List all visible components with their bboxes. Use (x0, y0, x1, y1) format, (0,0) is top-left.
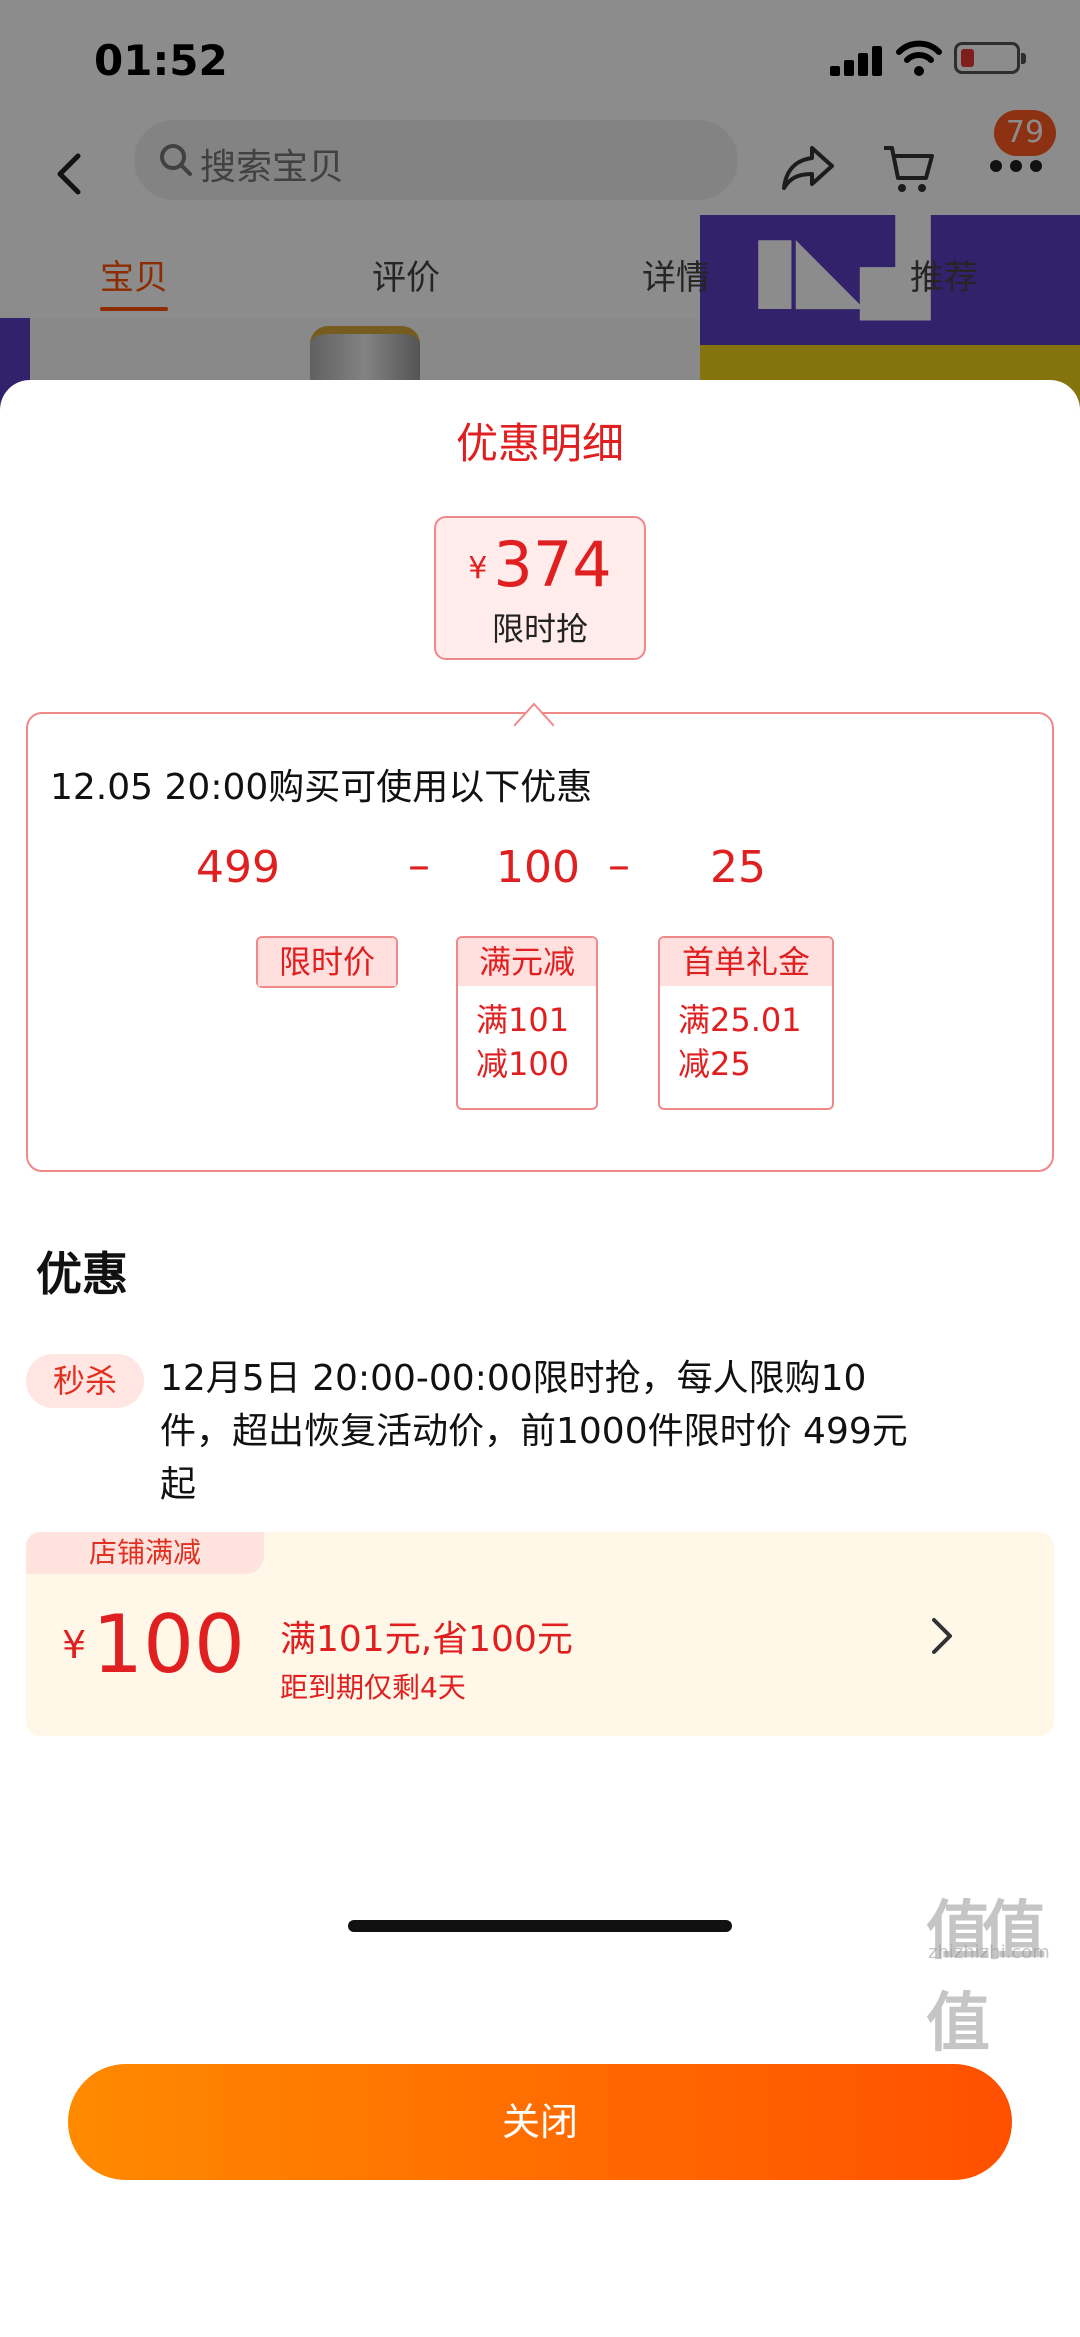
watermark-logo: 值值值 zhizhizhi.com (926, 1895, 1050, 2061)
gift-value: 25 (710, 842, 766, 893)
tag-first-order-gift: 首单礼金 满25.01 减25 (658, 936, 834, 1110)
home-indicator (348, 1920, 732, 1932)
price-currency: ¥ (468, 551, 488, 586)
coupon-condition: 满101元,省100元 (280, 1619, 573, 1660)
final-price: 374 (493, 528, 612, 601)
discount-value: 100 (496, 842, 580, 893)
tag-limited-price: 限时价 (256, 936, 398, 988)
chevron-right-icon[interactable] (922, 1612, 962, 1660)
final-price-box: ¥374 限时抢 (434, 516, 646, 660)
discount-calculation: 12.05 20:00购买可使用以下优惠 499 – 100 – 25 限时价 … (26, 712, 1054, 1172)
coupon-currency: ¥ (62, 1623, 87, 1667)
flash-sale-line: 起 (160, 1464, 197, 1505)
minus-sign: – (608, 840, 630, 891)
discount-details-sheet: 优惠明细 ¥374 限时抢 12.05 20:00购买可使用以下优惠 499 –… (0, 380, 1080, 2337)
tag-line: 满25.01 (678, 1001, 802, 1039)
flash-sale-description: 12月5日 20:00-00:00限时抢，每人限购10 件，超出恢复活动价，前1… (160, 1352, 960, 1511)
tag-title: 首单礼金 (660, 938, 832, 986)
price-label: 限时抢 (491, 610, 588, 648)
sheet-title: 优惠明细 (455, 419, 624, 468)
coupon-amount: 100 (92, 1598, 245, 1691)
base-price-value: 499 (196, 842, 280, 893)
flash-sale-line: 12月5日 20:00-00:00限时抢，每人限购10 (160, 1358, 867, 1399)
close-button[interactable]: 关闭 (68, 2064, 1012, 2180)
coupon-expiry: 距到期仅剩4天 (280, 1671, 466, 1704)
tag-full-reduction: 满元减 满101 减100 (456, 936, 598, 1110)
tag-line: 满101 (476, 1001, 570, 1039)
calc-heading: 12.05 20:00购买可使用以下优惠 (50, 767, 593, 808)
tag-line: 减25 (678, 1045, 751, 1083)
tag-title: 满元减 (458, 938, 596, 986)
tag-line: 减100 (476, 1045, 570, 1083)
pointer-arrow (514, 702, 554, 728)
flash-sale-tag: 秒杀 (26, 1354, 144, 1408)
dim-overlay[interactable] (0, 0, 1080, 420)
tag-title: 限时价 (258, 938, 396, 986)
coupon-tag: 店铺满减 (26, 1532, 264, 1574)
flash-sale-line: 件，超出恢复活动价，前1000件限时价 499元 (160, 1411, 908, 1452)
store-coupon-card[interactable]: 店铺满减 ¥100 满101元,省100元 距到期仅剩4天 (26, 1532, 1054, 1736)
minus-sign: – (408, 840, 430, 891)
section-title: 优惠 (36, 1247, 128, 1301)
